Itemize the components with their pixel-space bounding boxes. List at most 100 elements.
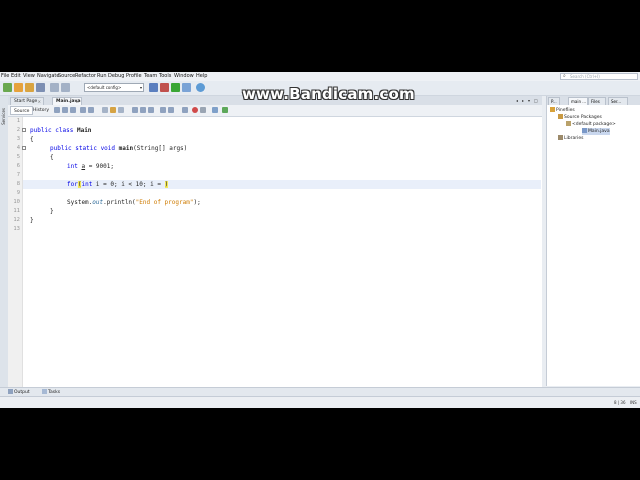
tab-projects[interactable]: P... bbox=[548, 97, 560, 105]
tab-files[interactable]: Files bbox=[588, 97, 606, 105]
chevron-down-icon: ▾ bbox=[139, 85, 142, 90]
toggle-rect-icon[interactable] bbox=[118, 107, 124, 113]
menu-source[interactable]: Source bbox=[58, 72, 75, 81]
close-icon[interactable]: × bbox=[76, 98, 79, 105]
code-line-4: public static void main(String[] args) bbox=[50, 145, 188, 152]
close-icon[interactable]: × bbox=[38, 98, 41, 105]
ide-window: File Edit View Navigate Source Refactor … bbox=[0, 72, 640, 408]
find-selection-icon[interactable] bbox=[102, 107, 108, 113]
tab-label: Start Page bbox=[14, 99, 38, 104]
menu-view[interactable]: View bbox=[23, 72, 35, 81]
menu-team[interactable]: Team bbox=[144, 72, 157, 81]
find-next-icon[interactable] bbox=[88, 107, 94, 113]
clean-build-icon[interactable] bbox=[160, 83, 169, 92]
bandicam-watermark: www.Bandicam.com bbox=[242, 85, 415, 103]
line-number: 6 bbox=[16, 163, 20, 169]
projects-tab-bar: P... main ... Files Ser... bbox=[547, 96, 640, 105]
output-icon bbox=[8, 389, 13, 394]
stop-macro-icon[interactable] bbox=[200, 107, 206, 113]
line-number: 2 bbox=[16, 127, 20, 133]
package-folder-icon bbox=[558, 114, 563, 119]
line-number: 12 bbox=[13, 217, 20, 223]
debug-icon[interactable] bbox=[182, 83, 191, 92]
java-file-icon bbox=[582, 128, 587, 133]
search-placeholder: Search (Ctrl+I) bbox=[570, 74, 600, 79]
fold-toggle-icon[interactable] bbox=[22, 128, 26, 132]
build-icon[interactable] bbox=[149, 83, 158, 92]
prev-bookmark-icon[interactable] bbox=[132, 107, 138, 113]
menu-profile[interactable]: Profile bbox=[126, 72, 142, 81]
last-edit-icon[interactable] bbox=[54, 107, 60, 113]
new-file-icon[interactable] bbox=[14, 83, 23, 92]
start-macro-icon[interactable] bbox=[192, 107, 198, 113]
tab-start-page[interactable]: Start Page × bbox=[10, 97, 44, 105]
package-icon bbox=[566, 121, 571, 126]
menu-debug[interactable]: Debug bbox=[108, 72, 124, 81]
menu-navigate[interactable]: Navigate bbox=[37, 72, 59, 81]
tree-default-package[interactable]: <default package> bbox=[566, 121, 616, 128]
code-line-8: for(int i = 0; i < 10; i = ) bbox=[67, 181, 169, 188]
line-number: 1 bbox=[16, 118, 20, 124]
tab-main[interactable]: main ... bbox=[568, 97, 588, 105]
line-number: 11 bbox=[13, 208, 20, 214]
history-tab[interactable]: History bbox=[30, 106, 52, 115]
line-number: 10 bbox=[13, 199, 20, 205]
config-select[interactable]: <default config> ▾ bbox=[84, 83, 144, 92]
menu-tools[interactable]: Tools bbox=[159, 72, 171, 81]
new-project-icon[interactable] bbox=[3, 83, 12, 92]
line-number-gutter: 1 2 3 4 5 6 7 8 9 10 11 12 13 bbox=[8, 117, 23, 387]
project-icon bbox=[550, 107, 555, 112]
next-bookmark-icon[interactable] bbox=[140, 107, 146, 113]
line-number: 7 bbox=[16, 172, 20, 178]
code-line-5: { bbox=[50, 154, 54, 161]
projects-panel: P... main ... Files Ser... Pineflies Sou… bbox=[546, 96, 640, 386]
code-line-10: System.out.println("End of program"); bbox=[67, 199, 201, 206]
toggle-highlight-icon[interactable] bbox=[110, 107, 116, 113]
find-previous-icon[interactable] bbox=[80, 107, 86, 113]
code-line-2: public class Main bbox=[30, 127, 92, 134]
line-number: 4 bbox=[16, 145, 20, 151]
save-all-icon[interactable] bbox=[36, 83, 45, 92]
tree-source-packages[interactable]: Source Packages bbox=[558, 114, 602, 121]
forward-icon[interactable] bbox=[70, 107, 76, 113]
toggle-bookmark-icon[interactable] bbox=[148, 107, 154, 113]
line-number: 3 bbox=[16, 136, 20, 142]
code-line-3: { bbox=[30, 136, 34, 143]
search-icon: ⌕ bbox=[563, 73, 566, 79]
redo-icon[interactable] bbox=[61, 83, 70, 92]
code-line-12: } bbox=[30, 217, 34, 224]
shift-left-icon[interactable] bbox=[160, 107, 166, 113]
undo-icon[interactable] bbox=[50, 83, 59, 92]
shift-right-icon[interactable] bbox=[168, 107, 174, 113]
menu-refactor[interactable]: Refactor bbox=[75, 72, 96, 81]
scroll-right-icon[interactable]: ▸ bbox=[522, 97, 524, 104]
menu-help[interactable]: Help bbox=[196, 72, 207, 81]
menu-bar: File Edit View Navigate Source Refactor … bbox=[0, 72, 640, 81]
profile-icon[interactable] bbox=[196, 83, 205, 92]
tab-list-icon[interactable]: ▾ bbox=[528, 97, 530, 104]
insert-mode: INS bbox=[630, 400, 637, 405]
diff-icon[interactable] bbox=[212, 107, 218, 113]
line-number: 8 bbox=[16, 181, 20, 187]
tree-project[interactable]: Pineflies bbox=[550, 107, 575, 114]
maximize-icon[interactable]: □ bbox=[534, 97, 538, 104]
tree-libraries[interactable]: Libraries bbox=[558, 135, 583, 142]
run-icon[interactable] bbox=[171, 83, 180, 92]
comment-icon[interactable] bbox=[182, 107, 188, 113]
open-project-icon[interactable] bbox=[25, 83, 34, 92]
tree-main-java[interactable]: Main.java bbox=[582, 128, 610, 135]
menu-run[interactable]: Run bbox=[97, 72, 107, 81]
chart-icon[interactable] bbox=[222, 107, 228, 113]
menu-file[interactable]: File bbox=[1, 72, 9, 81]
services-label[interactable]: Services bbox=[1, 108, 6, 125]
search-input[interactable]: ⌕ Search (Ctrl+I) bbox=[560, 73, 638, 80]
menu-window[interactable]: Window bbox=[174, 72, 194, 81]
fold-toggle-icon[interactable] bbox=[22, 146, 26, 150]
menu-edit[interactable]: Edit bbox=[11, 72, 21, 81]
tab-services[interactable]: Ser... bbox=[608, 97, 628, 105]
line-number: 9 bbox=[16, 190, 20, 196]
scroll-left-icon[interactable]: ◂ bbox=[516, 97, 518, 104]
tab-main-java[interactable]: Main.java × bbox=[52, 97, 82, 105]
code-editor[interactable]: 1 2 3 4 5 6 7 8 9 10 11 12 13 public cla… bbox=[8, 117, 542, 387]
back-icon[interactable] bbox=[62, 107, 68, 113]
